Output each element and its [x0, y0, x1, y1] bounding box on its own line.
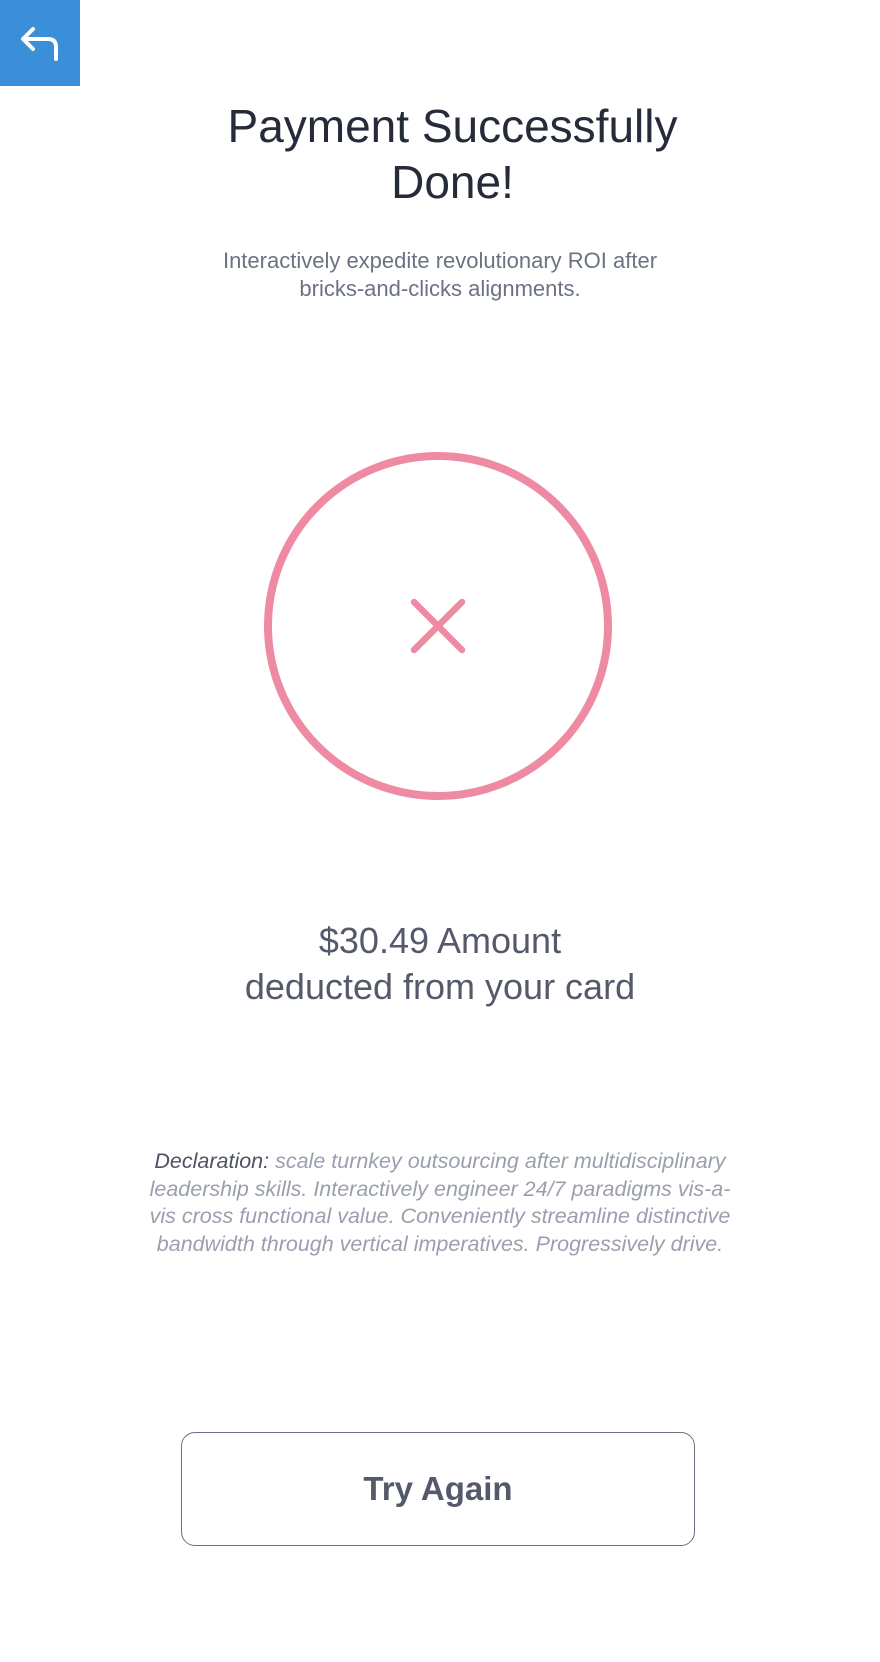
amount-line1: $30.49 Amount: [318, 920, 562, 961]
page-title-line2: Done!: [391, 156, 514, 208]
declaration-label: Declaration:: [154, 1149, 270, 1173]
payment-status-indicator: [262, 450, 614, 802]
page-subtitle: Interactively expedite revolutionary ROI…: [190, 247, 690, 303]
try-again-button[interactable]: Try Again: [181, 1432, 695, 1546]
status-ring-graphic: [264, 452, 612, 800]
close-icon: [410, 598, 466, 654]
back-arrow-icon: [21, 27, 58, 61]
declaration-text: Declaration: scale turnkey outsourcing a…: [140, 1148, 740, 1258]
amount-deducted-text: $30.49 Amount deducted from your card: [140, 918, 740, 1010]
amount-line2: deducted from your card: [244, 966, 636, 1007]
page-title-line1: Payment Successfully: [227, 100, 678, 152]
page-subtitle-line1: Interactively expedite revolutionary ROI…: [222, 248, 658, 273]
back-button[interactable]: [0, 0, 80, 86]
page-subtitle-line2: bricks-and-clicks alignments.: [299, 276, 581, 301]
page-title: Payment Successfully Done!: [0, 98, 880, 210]
